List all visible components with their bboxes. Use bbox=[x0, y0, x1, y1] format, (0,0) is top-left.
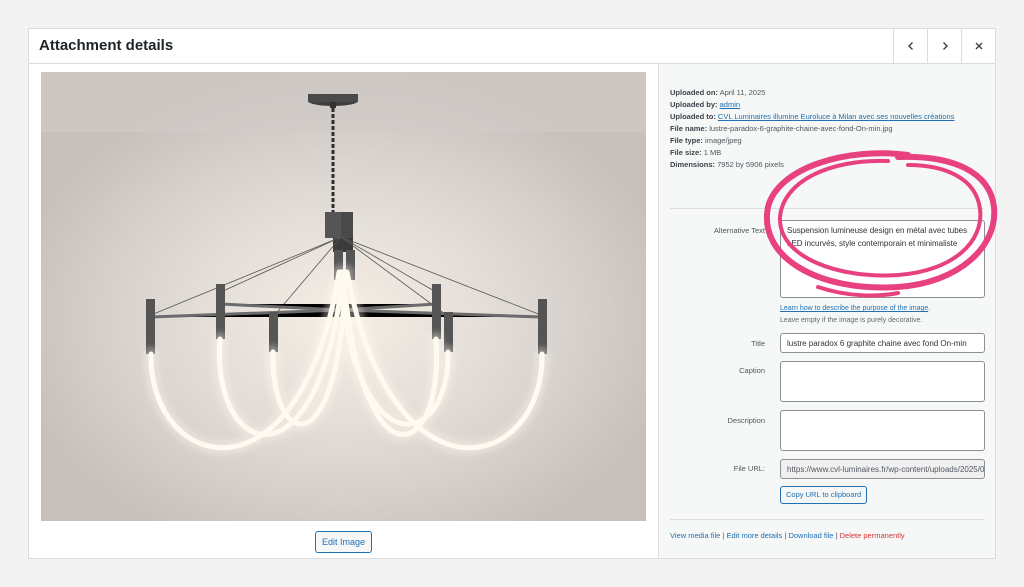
close-button[interactable] bbox=[961, 29, 995, 63]
close-icon bbox=[975, 42, 982, 50]
edit-more-details-link[interactable]: Edit more details bbox=[726, 531, 782, 540]
file-details: Uploaded on: April 11, 2025 Uploaded by:… bbox=[670, 87, 954, 171]
uploaded-to-row: Uploaded to: CVL Luminaires illumine Eur… bbox=[670, 112, 955, 121]
modal-title: Attachment details bbox=[39, 37, 174, 54]
description-label: Description bbox=[727, 416, 765, 425]
title-label: Title bbox=[751, 339, 765, 348]
previous-button[interactable] bbox=[893, 29, 927, 63]
file-url-label: File URL: bbox=[733, 464, 765, 473]
attachment-actions: View media file | Edit more details | Do… bbox=[670, 531, 905, 540]
file-size-row: File size: 1 MB bbox=[670, 148, 722, 157]
copy-url-button[interactable]: Copy URL to clipboard bbox=[780, 486, 868, 504]
edit-image-button[interactable]: Edit Image bbox=[315, 531, 373, 553]
caption-label: Caption bbox=[739, 366, 765, 375]
file-url-field[interactable]: https://www.cvl-luminaires.fr/wp-content… bbox=[780, 459, 985, 479]
modal-header: Attachment details bbox=[29, 29, 995, 64]
chevron-right-icon bbox=[942, 42, 948, 50]
description-field[interactable] bbox=[780, 410, 985, 451]
file-name-row: File name: lustre-paradox-6-graphite-cha… bbox=[670, 124, 893, 133]
alt-text-label: Alternative Text bbox=[713, 226, 765, 235]
divider bbox=[670, 208, 984, 209]
caption-field[interactable] bbox=[780, 361, 985, 402]
uploaded-on-row: Uploaded on: April 11, 2025 bbox=[670, 88, 766, 97]
attachment-details-modal: Attachment details Edit Image Uploaded o… bbox=[28, 28, 996, 559]
image-preview-panel: Edit Image bbox=[29, 64, 658, 558]
uploaded-by-link[interactable]: admin bbox=[720, 100, 740, 109]
alt-text-help-link[interactable]: Learn how to describe the purpose of the… bbox=[780, 305, 928, 312]
alt-text-help: Learn how to describe the purpose of the… bbox=[780, 305, 931, 312]
chandelier-image bbox=[41, 72, 646, 521]
attachment-image bbox=[41, 72, 646, 521]
next-button[interactable] bbox=[927, 29, 961, 63]
download-file-link[interactable]: Download file bbox=[788, 531, 833, 540]
title-field[interactable]: lustre paradox 6 graphite chaine avec fo… bbox=[780, 333, 985, 353]
alt-text-help-note: Leave empty if the image is purely decor… bbox=[780, 317, 923, 324]
alt-text-field[interactable]: Suspension lumineuse design en métal ave… bbox=[780, 220, 985, 298]
file-type-row: File type: image/jpeg bbox=[670, 136, 742, 145]
uploaded-by-row: Uploaded by: admin bbox=[670, 100, 741, 109]
uploaded-to-link[interactable]: CVL Luminaires illumine Euroluce à Milan… bbox=[718, 112, 955, 121]
view-media-file-link[interactable]: View media file bbox=[670, 531, 720, 540]
attachment-info-panel: Uploaded on: April 11, 2025 Uploaded by:… bbox=[658, 64, 995, 558]
delete-permanently-link[interactable]: Delete permanently bbox=[840, 531, 905, 540]
chevron-left-icon bbox=[907, 42, 913, 50]
dimensions-row: Dimensions: 7952 by 5906 pixels bbox=[670, 160, 784, 169]
divider bbox=[670, 519, 984, 520]
